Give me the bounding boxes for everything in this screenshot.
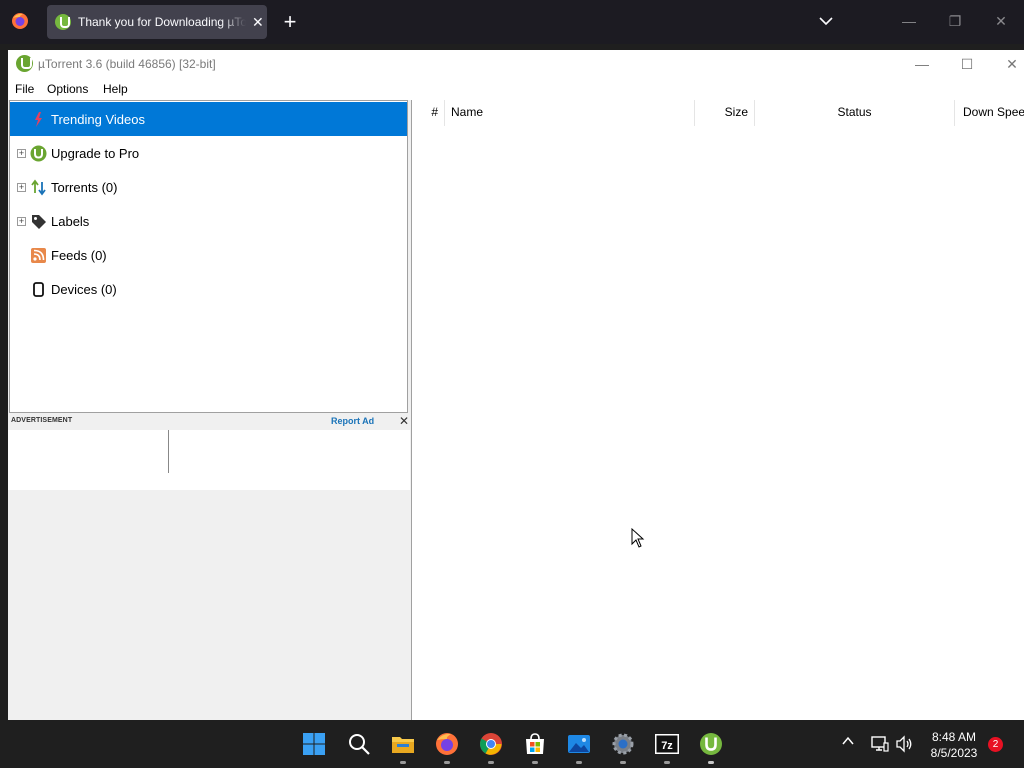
new-tab-button[interactable]: + [281,9,299,35]
ad-close-button[interactable]: ✕ [399,414,409,428]
taskbar-clock[interactable]: 8:48 AM 8/5/2023 [924,729,984,761]
browser-restore-button[interactable]: ❐ [946,12,964,30]
tree-item-label: Torrents (0) [51,179,118,195]
tree-item-label: Labels [51,213,90,229]
sidebar-empty-area [8,490,410,720]
menu-options[interactable]: Options [47,82,88,96]
column-header-name[interactable]: Name [445,100,695,126]
file-explorer-icon[interactable] [391,732,415,756]
tab-title: Thank you for Downloading µTorrent [78,15,246,29]
browser-minimize-button[interactable]: — [900,12,918,30]
browser-tab-strip: Thank you for Downloading µTorrent ✕ + —… [0,0,1024,44]
expand-icon[interactable]: + [17,216,26,226]
tag-icon [32,214,46,229]
running-indicator [708,761,714,764]
window-title: µTorrent 3.6 (build 46856) [32-bit] [38,57,216,71]
ad-area[interactable] [8,430,410,490]
window-titlebar[interactable]: µTorrent 3.6 (build 46856) [32-bit] — ☐ … [8,50,1024,78]
chevron-down-icon[interactable] [817,12,835,30]
category-tree: Trending Videos + Upgrade to Pro + Torre… [9,100,408,413]
rss-icon [31,247,46,263]
settings-gear-icon[interactable] [611,732,635,756]
firefox-icon[interactable] [435,732,459,756]
expand-icon[interactable]: + [17,148,26,158]
start-button-icon[interactable] [302,732,326,756]
tree-item-upgrade-to-pro[interactable]: + Upgrade to Pro [10,136,407,170]
running-indicator [576,761,582,764]
trending-icon [35,111,42,127]
volume-icon[interactable] [895,735,913,753]
utorrent-window: µTorrent 3.6 (build 46856) [32-bit] — ☐ … [8,50,1024,720]
running-indicator [664,761,670,764]
expand-icon[interactable]: + [17,182,26,192]
7zip-icon[interactable]: 7z [655,732,679,756]
ad-divider [168,430,169,473]
clock-date: 8/5/2023 [930,746,978,760]
report-ad-link[interactable]: Report Ad [331,416,374,426]
network-icon[interactable] [871,735,889,753]
tree-item-devices[interactable]: Devices (0) [10,272,407,306]
tree-item-label: Devices (0) [51,281,117,297]
column-header-number[interactable]: # [412,100,445,126]
tab-close-button[interactable]: ✕ [252,14,264,31]
running-indicator [444,761,450,764]
ad-header: ADVERTISEMENT Report Ad ✕ [8,413,410,430]
running-indicator [400,761,406,764]
photos-icon[interactable] [567,732,591,756]
browser-tab[interactable]: Thank you for Downloading µTorrent ✕ [47,5,267,39]
column-header-down-speed[interactable]: Down Speed [955,100,1024,126]
ad-label: ADVERTISEMENT [11,417,73,424]
tree-item-label: Trending Videos [51,111,145,127]
tree-item-labels[interactable]: + Labels [10,204,407,238]
menu-file[interactable]: File [15,82,34,96]
chrome-icon[interactable] [479,732,503,756]
taskbar: 7z 8:48 AM 8/5/2023 2 [0,720,1024,768]
menu-bar: File Options Help [8,78,1024,100]
tree-item-feeds[interactable]: Feeds (0) [10,238,407,272]
menu-help[interactable]: Help [103,82,128,96]
firefox-icon[interactable] [11,12,29,30]
notification-badge[interactable]: 2 [988,737,1003,752]
tree-item-trending-videos[interactable]: Trending Videos [10,102,407,136]
microsoft-store-icon[interactable] [523,732,547,756]
mouse-cursor-icon [631,528,645,548]
window-minimize-button[interactable]: — [908,54,936,74]
clock-time: 8:48 AM [931,730,977,744]
window-close-button[interactable]: ✕ [998,54,1024,74]
column-header-size[interactable]: Size [695,100,755,126]
browser-close-button[interactable]: ✕ [992,12,1010,30]
utorrent-logo-icon [16,55,33,72]
running-indicator [488,761,494,764]
tree-item-torrents[interactable]: + Torrents (0) [10,170,407,204]
torrent-list[interactable]: # Name Size Status Down Speed [411,100,1024,720]
tray-overflow-chevron-icon[interactable] [841,734,855,748]
tree-item-label: Upgrade to Pro [51,145,140,161]
svg-text:7z: 7z [661,740,673,752]
running-indicator [532,761,538,764]
utorrent-favicon-icon [55,14,71,30]
tree-item-label: Feeds (0) [51,247,107,263]
utorrent-logo-icon [30,145,47,161]
utorrent-icon[interactable] [699,732,723,756]
device-icon [33,281,44,297]
transfer-arrows-icon [31,179,46,195]
search-icon[interactable] [347,732,371,756]
running-indicator [620,761,626,764]
window-maximize-button[interactable]: ☐ [953,54,981,74]
column-header-status[interactable]: Status [755,100,955,126]
